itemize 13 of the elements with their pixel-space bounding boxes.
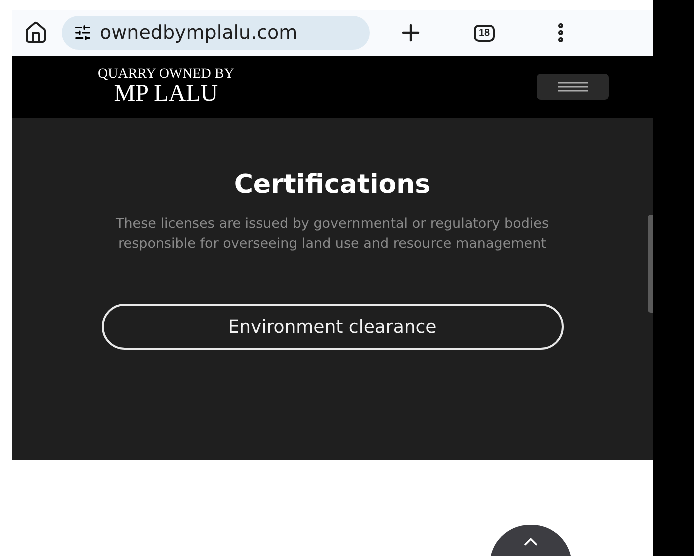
- logo-tagline: QUARRY OWNED BY: [98, 68, 234, 82]
- home-icon[interactable]: [24, 21, 48, 45]
- scrollbar-thumb[interactable]: [648, 215, 653, 313]
- menu-icon: [558, 82, 588, 92]
- section-title: Certifications: [234, 170, 431, 200]
- tab-count[interactable]: 18: [474, 24, 496, 42]
- logo-name: MP LALU: [114, 82, 218, 106]
- url-text: ownedbymplalu.com: [100, 22, 298, 44]
- site-settings-icon[interactable]: [74, 24, 92, 42]
- section-description: These licenses are issued by governmental or regulatory bodies responsible for overseeing land use and resource management: [115, 215, 550, 254]
- menu-button[interactable]: [537, 74, 609, 100]
- address-bar[interactable]: ownedbymplalu.com: [62, 16, 370, 50]
- certificate-button[interactable]: Environment clearance: [102, 304, 564, 350]
